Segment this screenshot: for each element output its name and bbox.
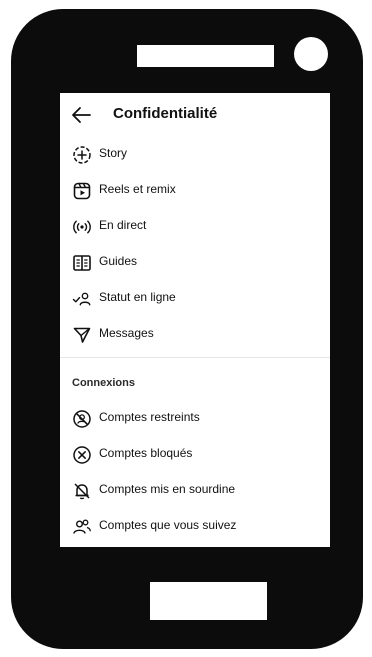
menu-item-muted-accounts[interactable]: Comptes mis en sourdine (60, 473, 330, 509)
phone-screen: Confidentialité Story Reels et remix En … (60, 93, 330, 547)
blocked-icon (72, 445, 92, 465)
menu-item-following-accounts[interactable]: Comptes que vous suivez (60, 509, 330, 545)
menu-item-label: Comptes mis en sourdine (99, 482, 236, 496)
front-camera (294, 37, 328, 71)
section-divider (60, 357, 330, 358)
following-icon (72, 517, 92, 537)
menu-item-guides[interactable]: Guides (60, 245, 330, 281)
app-header: Confidentialité (60, 93, 330, 137)
menu-item-label: Reels et remix (99, 182, 176, 196)
online-status-icon (72, 289, 92, 309)
menu-item-label: Story (99, 146, 128, 160)
menu-item-messages[interactable]: Messages (60, 317, 330, 353)
story-add-icon (72, 145, 92, 165)
menu-item-live[interactable]: En direct (60, 209, 330, 245)
menu-item-label: Comptes que vous suivez (99, 518, 237, 532)
menu-item-label: En direct (99, 218, 147, 232)
phone-frame: Confidentialité Story Reels et remix En … (11, 9, 363, 649)
menu-item-label: Comptes bloqués (99, 446, 193, 460)
menu-item-label: Comptes restreints (99, 410, 200, 424)
menu-item-label: Guides (99, 254, 138, 268)
reels-icon (72, 181, 92, 201)
restricted-icon (72, 409, 92, 429)
page-title: Confidentialité (113, 105, 218, 122)
menu-item-blocked-accounts[interactable]: Comptes bloqués (60, 437, 330, 473)
menu-item-reels-remix[interactable]: Reels et remix (60, 173, 330, 209)
messages-icon (72, 325, 92, 345)
guides-icon (72, 253, 92, 273)
live-icon (72, 217, 92, 237)
menu-item-label: Statut en ligne (99, 290, 176, 304)
menu-item-online-status[interactable]: Statut en ligne (60, 281, 330, 317)
speaker-grille (137, 45, 274, 67)
menu-item-label: Messages (99, 326, 154, 340)
menu-item-story[interactable]: Story (60, 137, 330, 173)
arrow-left-icon[interactable] (71, 106, 91, 124)
muted-icon (72, 481, 92, 501)
section-title-connections: Connexions (72, 377, 135, 389)
menu-item-restricted-accounts[interactable]: Comptes restreints (60, 401, 330, 437)
home-button[interactable] (150, 582, 267, 620)
